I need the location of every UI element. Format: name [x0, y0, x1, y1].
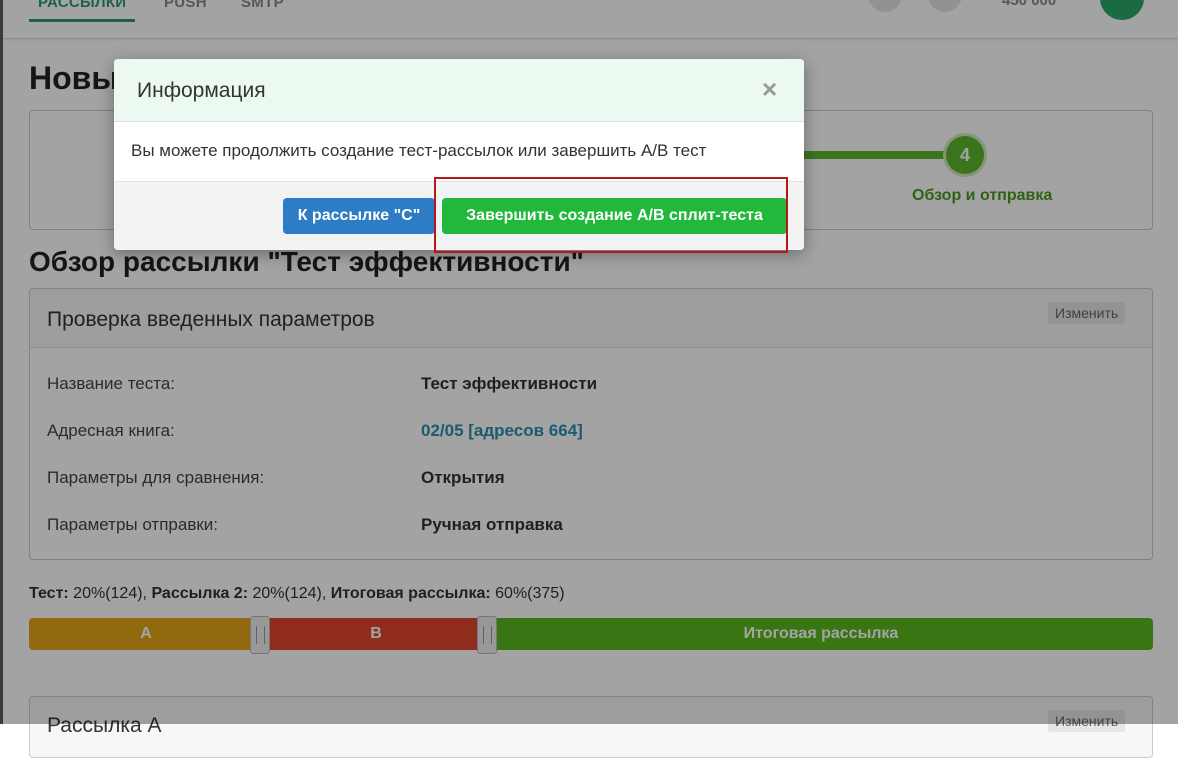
- page: РАССЫЛКИ PUSH SMTP 450 000 Новы 4 Обзор …: [0, 0, 1178, 758]
- modal-title: Информация: [137, 79, 266, 102]
- go-to-mailing-c-button[interactable]: К рассылке "C": [283, 198, 435, 234]
- modal-message: Вы можете продолжить создание тест-рассы…: [131, 141, 707, 160]
- window-edge: [0, 0, 3, 724]
- annotation-highlight-box: [434, 177, 788, 253]
- close-icon[interactable]: ×: [762, 76, 777, 102]
- modal-header: Информация ×: [114, 59, 804, 122]
